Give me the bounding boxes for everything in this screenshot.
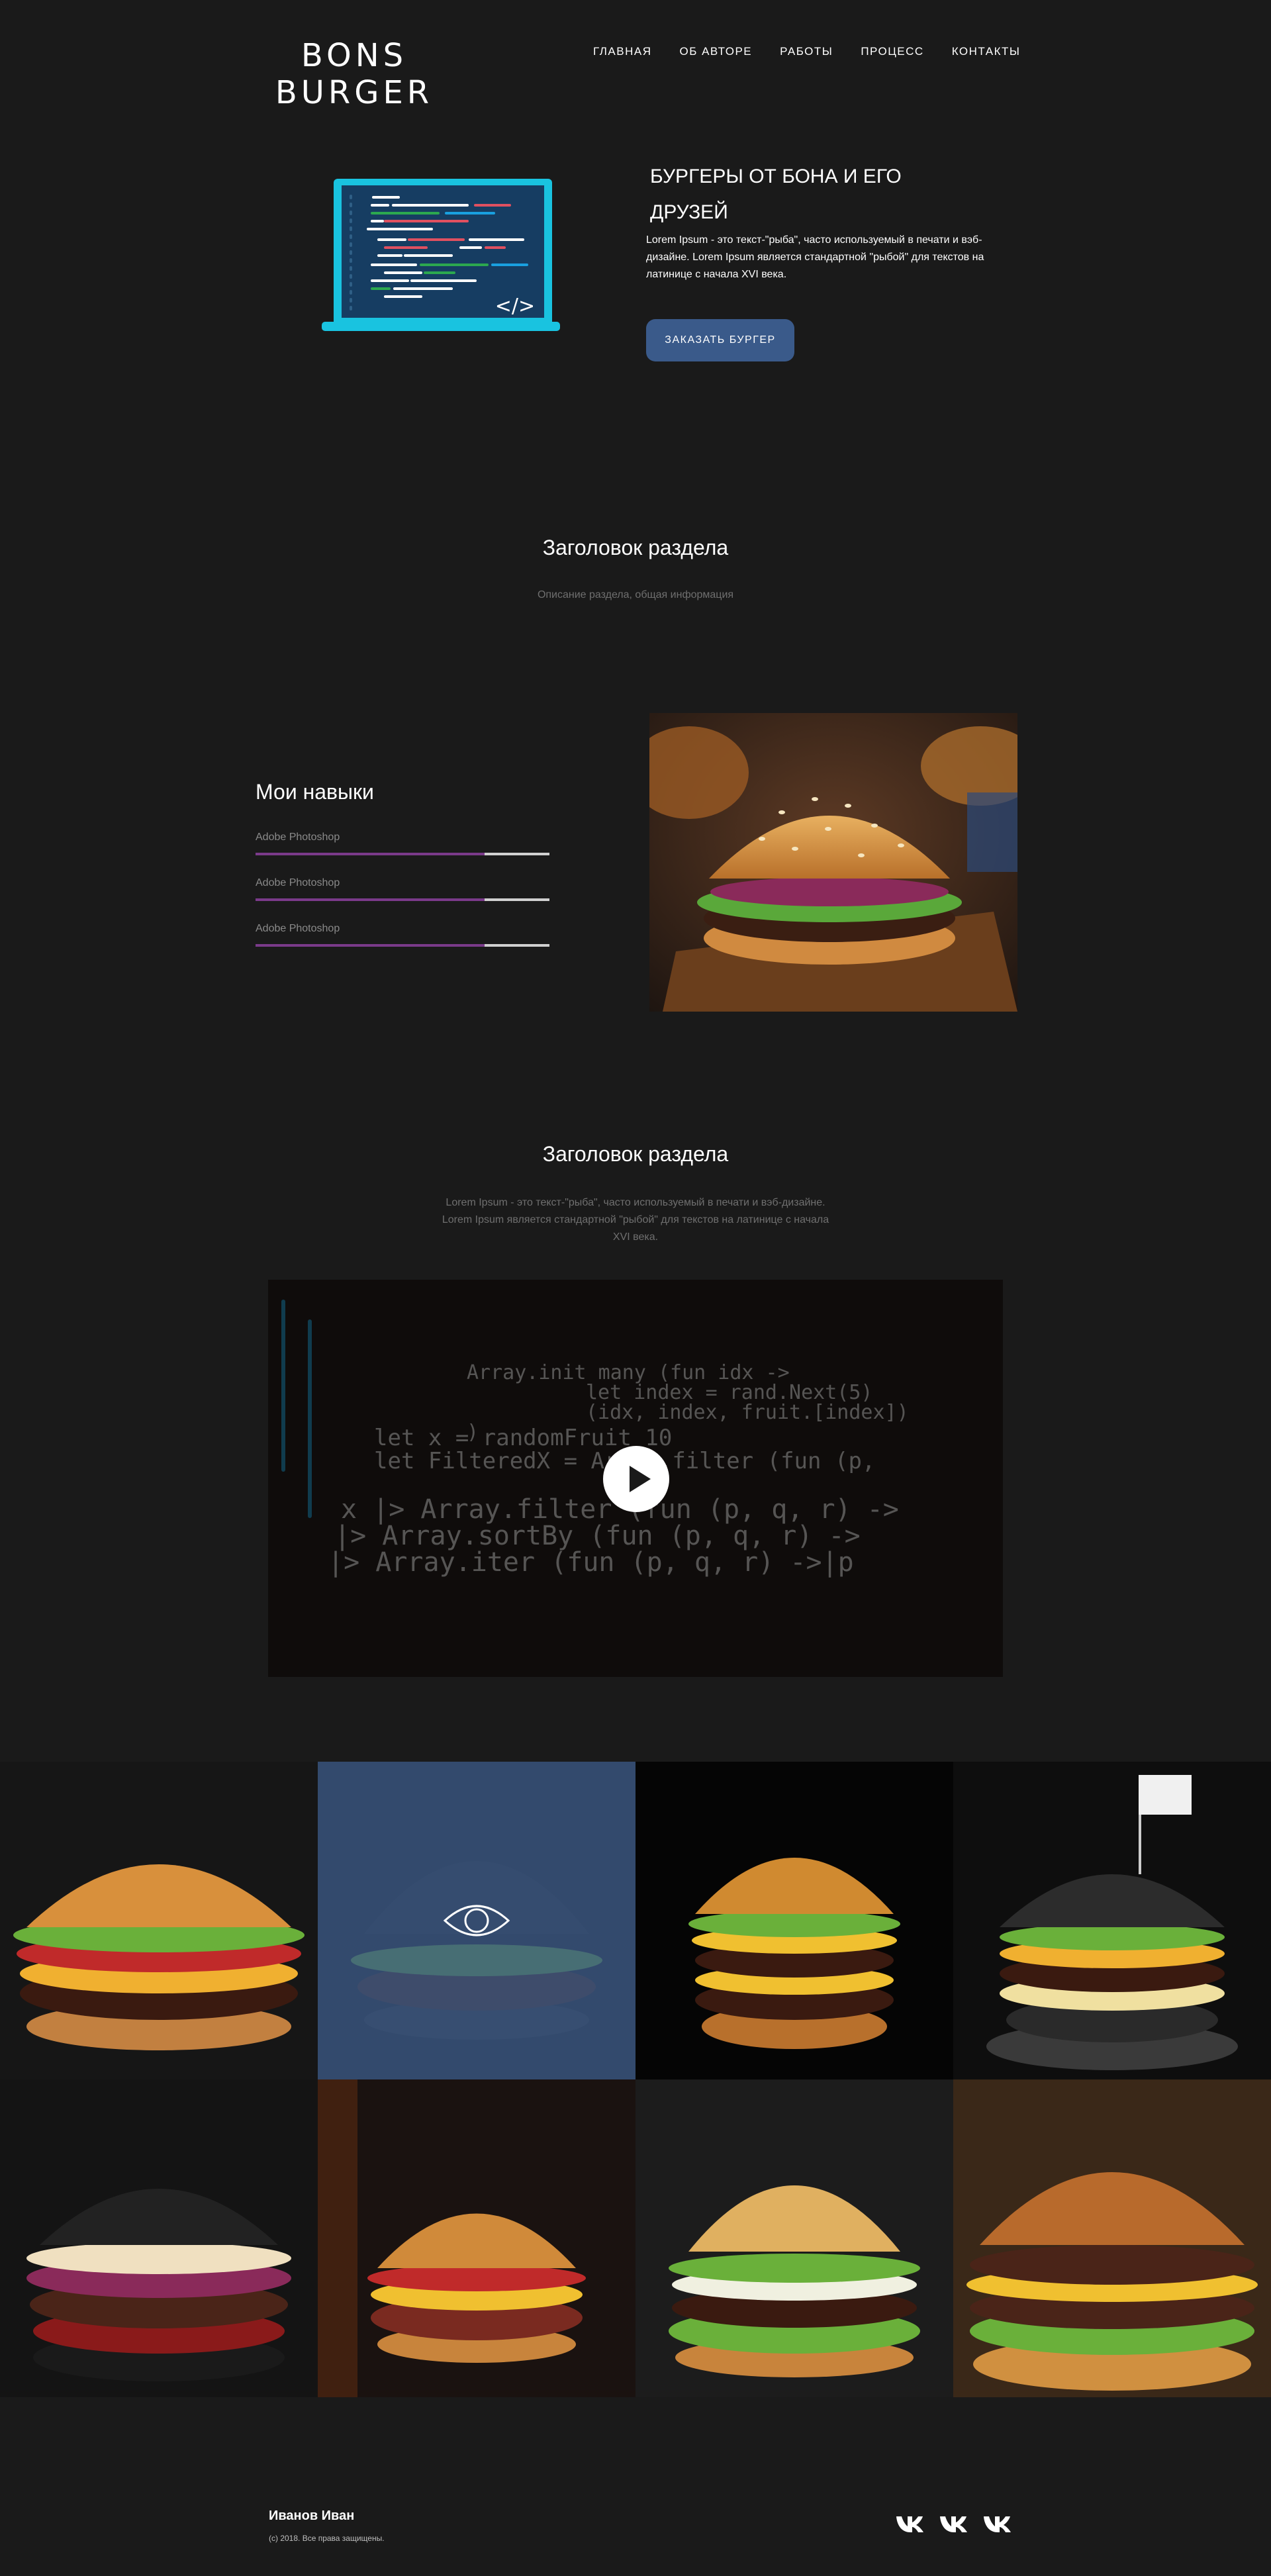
skill-progress-fill (256, 853, 485, 855)
logo-line-2: BURGER (275, 74, 434, 111)
nav-about[interactable]: ОБ АВТОРЕ (679, 45, 752, 58)
skill-item: Adobe Photoshop (256, 877, 549, 901)
gallery-item[interactable] (636, 1762, 953, 2079)
skill-item: Adobe Photoshop (256, 923, 549, 947)
nav-works[interactable]: РАБОТЫ (780, 45, 833, 58)
vk-icon[interactable] (895, 2514, 927, 2532)
vk-icon[interactable] (982, 2514, 1014, 2532)
hero-title: БУРГЕРЫ ОТ БОНА И ЕГО ДРУЗЕЙ (650, 159, 941, 230)
skill-progress-fill (256, 944, 485, 947)
skill-progress-fill (256, 898, 485, 901)
gallery-item[interactable] (953, 2079, 1271, 2397)
skill-progress-bar (256, 898, 549, 901)
section-title: Заголовок раздела (542, 536, 729, 559)
skill-label: Adobe Photoshop (256, 832, 340, 843)
gallery-item[interactable] (953, 1762, 1271, 2079)
laptop-illustration: </> (322, 177, 560, 337)
footer-copyright: (c) 2018. Все права защищены. (269, 2534, 385, 2543)
skill-progress-bar (256, 853, 549, 855)
skills-title: Мои навыки (256, 780, 374, 804)
section-description: Описание раздела, общая информация (537, 589, 734, 600)
gallery-item[interactable] (0, 2079, 318, 2397)
skill-label: Adobe Photoshop (256, 923, 340, 934)
section-text: Lorem Ipsum - это текст-"рыба", часто ис… (442, 1197, 829, 1243)
header: BONS BURGER ГЛАВНАЯ ОБ АВТОРЕ РАБОТЫ ПРО… (0, 0, 1271, 132)
nav-process[interactable]: ПРОЦЕСС (861, 45, 923, 58)
gallery-item[interactable] (318, 2079, 636, 2397)
gallery-item[interactable] (318, 1762, 636, 2079)
skill-item: Adobe Photoshop (256, 832, 549, 855)
gallery-hover-overlay[interactable] (318, 1762, 636, 2079)
video-player[interactable]: Array.init many (fun idx -> let index = … (268, 1280, 1003, 1677)
hero-title-line-1: БУРГЕРЫ ОТ БОНА И ЕГО (650, 166, 902, 187)
gallery-item[interactable] (636, 2079, 953, 2397)
logo-line-1: BONS (301, 37, 408, 74)
vk-icon[interactable] (939, 2514, 970, 2532)
nav-home[interactable]: ГЛАВНАЯ (593, 45, 651, 58)
code-tag-text: </> (495, 295, 535, 318)
gallery-item[interactable] (0, 1762, 318, 2079)
play-icon (630, 1466, 651, 1492)
eye-icon (443, 1905, 510, 1936)
hero-description: Lorem Ipsum - это текст-"рыба", часто ис… (646, 234, 984, 280)
main-nav: ГЛАВНАЯ ОБ АВТОРЕ РАБОТЫ ПРОЦЕСС КОНТАКТ… (593, 45, 1020, 58)
section-title: Заголовок раздела (542, 1142, 729, 1166)
skill-label: Adobe Photoshop (256, 877, 340, 888)
footer-author-name: Иванов Иван (269, 2508, 355, 2523)
burger-gallery (0, 1762, 1271, 2397)
play-button[interactable] (603, 1446, 669, 1512)
nav-contacts[interactable]: КОНТАКТЫ (952, 45, 1021, 58)
hero-title-line-2: ДРУЗЕЙ (650, 201, 728, 223)
skill-progress-bar (256, 944, 549, 947)
social-links (895, 2514, 1014, 2532)
order-burger-button[interactable]: ЗАКАЗАТЬ БУРГЕР (646, 319, 794, 361)
logo[interactable]: BONS BURGER (271, 37, 437, 111)
burger-photo-skills (630, 713, 1040, 1012)
